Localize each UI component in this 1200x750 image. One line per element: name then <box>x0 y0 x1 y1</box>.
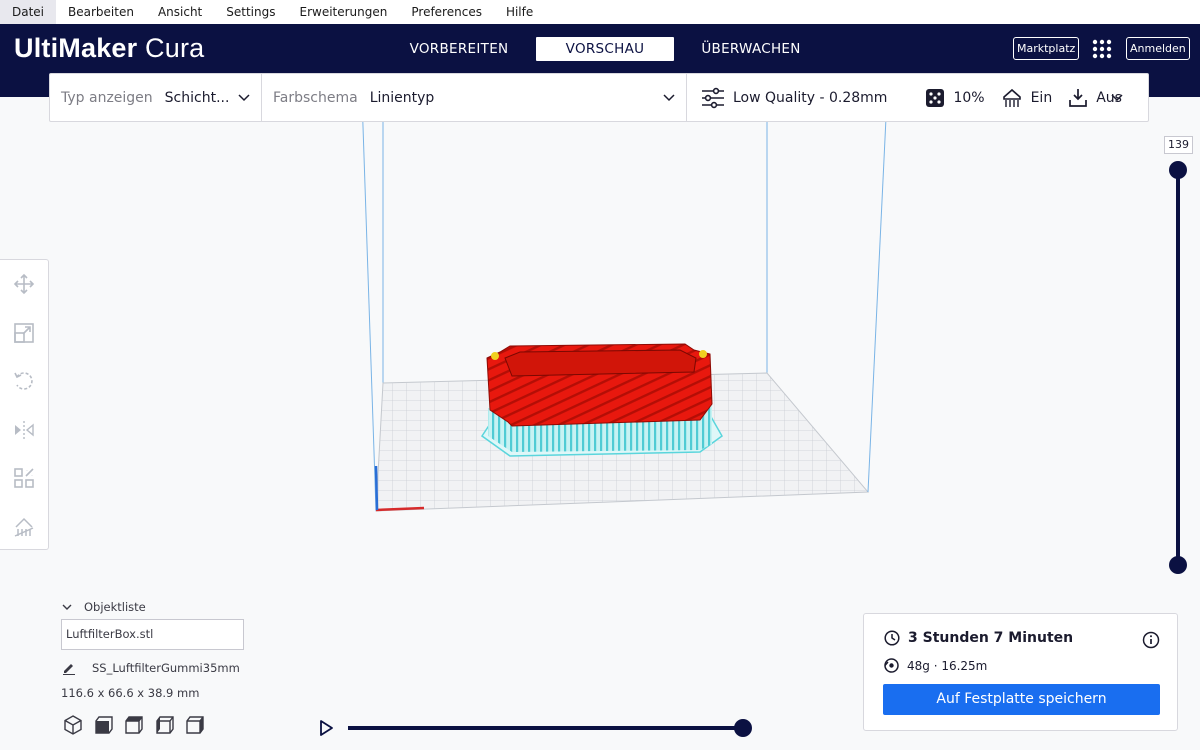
view-top-icon[interactable] <box>123 714 145 736</box>
logo-bold: UltiMaker <box>14 33 138 63</box>
model-corner-detail <box>699 350 707 358</box>
current-layer-input[interactable]: 139 <box>1164 136 1193 154</box>
support-value: Ein <box>1030 89 1053 106</box>
clock-icon <box>884 630 900 646</box>
job-name-text: SS_LuftfilterGummi35mm <box>92 661 240 675</box>
path-slider-track[interactable] <box>348 726 744 730</box>
build-volume-edge <box>361 96 377 512</box>
support-blocker-icon[interactable] <box>12 515 36 539</box>
view-front-icon[interactable] <box>93 714 115 736</box>
layer-slider-lower-handle[interactable] <box>1169 556 1187 574</box>
chevron-down-icon <box>62 604 72 610</box>
signin-button[interactable]: Anmelden <box>1126 37 1190 60</box>
chevron-down-icon <box>1111 94 1123 102</box>
stage-tabs: VORBEREITEN VORSCHAU ÜBERWACHEN <box>390 37 828 61</box>
print-time: 3 Stunden 7 Minuten <box>884 630 1073 646</box>
tab-preview[interactable]: VORSCHAU <box>536 37 674 61</box>
support-icon <box>1002 88 1021 107</box>
play-icon[interactable] <box>318 719 334 737</box>
quality-profile: Low Quality - 0.28mm <box>733 89 888 106</box>
marketplace-button[interactable]: Marktplatz <box>1013 37 1080 60</box>
pencil-icon <box>63 664 75 675</box>
logo-light: Cura <box>145 33 205 63</box>
rotate-icon[interactable] <box>12 369 36 393</box>
tab-prepare[interactable]: VORBEREITEN <box>390 37 528 61</box>
scale-icon[interactable] <box>12 321 36 345</box>
color-scheme-value: Linientyp <box>369 89 435 106</box>
menu-datei[interactable]: Datei <box>0 0 57 24</box>
tool-panel <box>0 259 49 550</box>
view-3d-icon[interactable] <box>62 714 84 736</box>
job-name[interactable]: SS_LuftfilterGummi35mm <box>62 661 240 675</box>
print-info-panel: 3 Stunden 7 Minuten 48g · 16.25m Auf Fes… <box>863 613 1178 731</box>
info-icon[interactable] <box>1142 631 1160 649</box>
view-type-value: Schicht... <box>164 89 230 106</box>
view-type-label: Typ anzeigen <box>61 89 153 106</box>
layer-slider-track[interactable] <box>1176 170 1180 565</box>
move-icon[interactable] <box>12 272 36 296</box>
chevron-down-icon <box>663 94 675 102</box>
menu-hilfe[interactable]: Hilfe <box>494 0 545 24</box>
material-usage-text: 48g · 16.25m <box>907 658 988 673</box>
print-settings-selector[interactable]: Low Quality - 0.28mm 10% Ein Aus <box>687 74 1148 121</box>
menu-ansicht[interactable]: Ansicht <box>146 0 214 24</box>
infill-icon <box>926 88 945 107</box>
menu-bearbeiten[interactable]: Bearbeiten <box>56 0 146 24</box>
build-volume-edge <box>867 96 888 493</box>
z-axis <box>374 465 379 511</box>
chevron-down-icon <box>238 94 250 102</box>
per-model-settings-icon[interactable] <box>12 466 36 490</box>
save-to-disk-button[interactable]: Auf Festplatte speichern <box>883 684 1160 715</box>
menu-preferences[interactable]: Preferences <box>399 0 494 24</box>
grid-icon[interactable] <box>1092 39 1112 59</box>
adhesion-icon <box>1069 88 1088 107</box>
model-dimensions: 116.6 x 66.6 x 38.9 mm <box>61 686 200 700</box>
object-list-toggle[interactable]: Objektliste <box>62 600 146 614</box>
view-right-icon[interactable] <box>184 714 206 736</box>
object-list-item[interactable]: LuftfilterBox.stl <box>61 619 244 650</box>
camera-view-buttons <box>62 714 215 736</box>
layer-slider-upper-handle[interactable] <box>1169 161 1187 179</box>
tab-monitor[interactable]: ÜBERWACHEN <box>682 37 820 61</box>
view-type-dropdown[interactable]: Typ anzeigen Schicht... <box>50 74 262 121</box>
color-scheme-label: Farbschema <box>273 89 358 106</box>
mirror-icon[interactable] <box>12 418 36 442</box>
sliders-icon <box>702 87 724 108</box>
model-corner-detail <box>491 352 499 360</box>
model-top-rim <box>504 349 697 377</box>
color-scheme-dropdown[interactable]: Farbschema Linientyp <box>262 74 687 121</box>
object-list-title: Objektliste <box>84 600 146 614</box>
app-logo: UltiMaker Cura <box>14 33 204 64</box>
menu-bar: Datei Bearbeiten Ansicht Settings Erweit… <box>0 0 1200 24</box>
material-usage: 48g · 16.25m <box>884 658 987 673</box>
print-time-text: 3 Stunden 7 Minuten <box>908 630 1074 646</box>
spool-icon <box>884 658 899 673</box>
path-slider-handle[interactable] <box>734 719 752 737</box>
infill-value: 10% <box>953 89 985 106</box>
menu-erweiterungen[interactable]: Erweiterungen <box>287 0 399 24</box>
view-left-icon[interactable] <box>154 714 176 736</box>
view-settings-bar: Typ anzeigen Schicht... Farbschema Linie… <box>49 73 1149 122</box>
menu-settings[interactable]: Settings <box>214 0 287 24</box>
